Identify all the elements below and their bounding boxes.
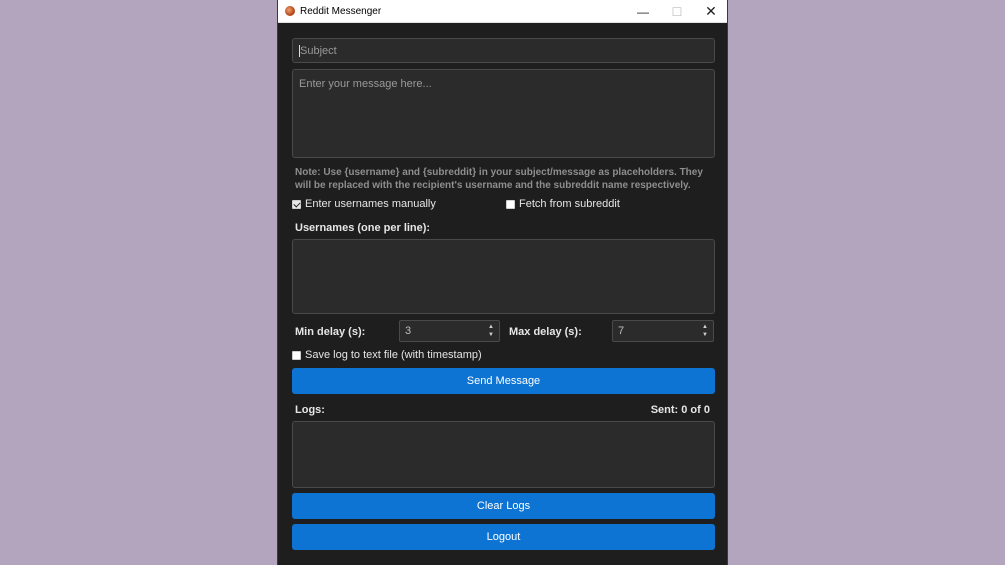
subject-placeholder: Subject: [300, 45, 337, 57]
max-delay-stepper[interactable]: ▲ ▼: [700, 323, 710, 339]
reddit-messenger-window: Reddit Messenger — ☐ ✕ Subject Enter you…: [277, 0, 728, 565]
max-delay-value: 7: [618, 325, 625, 337]
save-log-checkbox[interactable]: [292, 350, 301, 360]
min-delay-spinbox[interactable]: 3 ▲ ▼: [399, 320, 500, 342]
enter-manually-checkbox[interactable]: [292, 199, 301, 209]
minimize-button[interactable]: —: [626, 0, 660, 23]
placeholder-note: Note: Use {username} and {subreddit} in …: [295, 167, 703, 191]
min-delay-label: Min delay (s):: [295, 326, 366, 338]
enter-manually-label: Enter usernames manually: [305, 198, 436, 210]
usernames-textarea[interactable]: [292, 239, 715, 314]
title-bar[interactable]: Reddit Messenger — ☐ ✕: [278, 0, 727, 23]
chevron-down-icon[interactable]: ▼: [702, 331, 708, 339]
logout-button[interactable]: Logout: [292, 524, 715, 550]
save-log-label: Save log to text file (with timestamp): [305, 349, 482, 361]
enter-manually-option[interactable]: Enter usernames manually: [292, 198, 436, 210]
maximize-button[interactable]: ☐: [660, 0, 694, 23]
fetch-subreddit-checkbox[interactable]: [506, 199, 515, 209]
fetch-subreddit-option[interactable]: Fetch from subreddit: [506, 198, 620, 210]
chevron-up-icon[interactable]: ▲: [488, 323, 494, 331]
clear-logs-button[interactable]: Clear Logs: [292, 493, 715, 519]
chevron-down-icon[interactable]: ▼: [488, 331, 494, 339]
close-button[interactable]: ✕: [694, 0, 728, 23]
sent-counter: Sent: 0 of 0: [650, 404, 710, 416]
logs-label: Logs:: [295, 404, 325, 416]
min-delay-value: 3: [405, 325, 412, 337]
chevron-up-icon[interactable]: ▲: [702, 323, 708, 331]
usernames-label: Usernames (one per line):: [295, 222, 431, 234]
window-title: Reddit Messenger: [300, 6, 382, 17]
reddit-app-icon: [285, 6, 295, 16]
max-delay-spinbox[interactable]: 7 ▲ ▼: [612, 320, 714, 342]
fetch-subreddit-label: Fetch from subreddit: [519, 198, 620, 210]
message-textarea[interactable]: Enter your message here...: [292, 69, 715, 158]
subject-input[interactable]: Subject: [292, 38, 715, 63]
message-placeholder: Enter your message here...: [299, 78, 432, 90]
min-delay-stepper[interactable]: ▲ ▼: [486, 323, 496, 339]
logs-textarea[interactable]: [292, 421, 715, 488]
save-log-option[interactable]: Save log to text file (with timestamp): [292, 349, 482, 361]
max-delay-label: Max delay (s):: [509, 326, 582, 338]
send-message-button[interactable]: Send Message: [292, 368, 715, 394]
